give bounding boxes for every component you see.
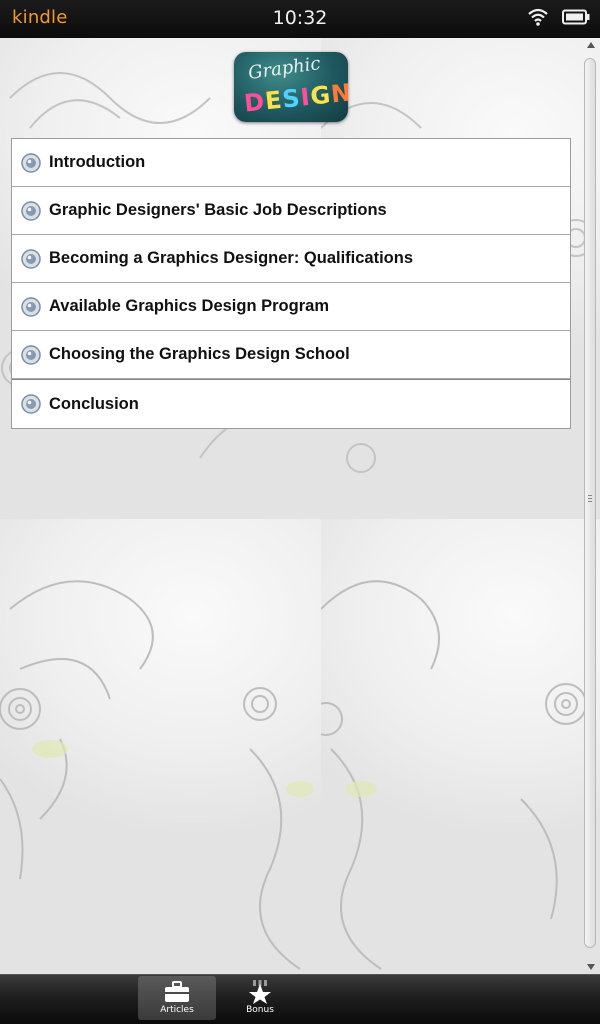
menu-item-conclusion[interactable]: Conclusion [12,379,570,428]
menu-item-introduction[interactable]: Introduction [12,139,570,187]
logo-letter: D [242,87,267,118]
wifi-icon [528,8,548,26]
radio-bullet-icon [21,394,41,414]
tab-label: Bonus [246,1005,274,1015]
scrollbar-thumb[interactable] [584,58,596,948]
scroll-up-arrow-icon[interactable] [587,42,595,48]
tab-bar: Articles Bonus [0,974,600,1024]
tab-bonus[interactable]: Bonus [221,976,299,1020]
tab-articles[interactable]: Articles [138,976,216,1020]
menu-item-design-school[interactable]: Choosing the Graphics Design School [12,331,570,379]
star-icon [249,980,271,1004]
menu-item-design-program[interactable]: Available Graphics Design Program [12,283,570,331]
clock: 10:32 [272,7,328,29]
content-area[interactable]: Graphic DESIGN Introduction Graphic Desi… [0,38,600,974]
floral-swirl-decoration [0,580,314,970]
background-tile [321,519,600,974]
radio-bullet-icon [21,200,41,221]
radio-bullet-icon [21,152,41,173]
vertical-scrollbar[interactable] [583,38,598,974]
battery-icon [562,9,590,25]
briefcase-icon [165,981,189,1002]
menu-item-label: Available Graphics Design Program [49,297,329,315]
menu-item-label: Graphic Designers' Basic Job Description… [49,201,387,219]
article-menu: Introduction Graphic Designers' Basic Jo… [11,138,571,429]
logo-subtitle-text: DESIGN [243,78,348,117]
menu-item-qualifications[interactable]: Becoming a Graphics Designer: Qualificat… [12,235,570,283]
menu-item-label: Introduction [49,153,146,171]
menu-item-label: Choosing the Graphics Design School [49,345,350,363]
status-bar: kindle 10:32 [0,0,600,38]
logo-title-text: Graphic [246,53,322,84]
menu-item-job-descriptions[interactable]: Graphic Designers' Basic Job Description… [12,187,570,235]
radio-bullet-icon [21,344,41,365]
menu-item-label: Conclusion [49,394,139,413]
background-tile [0,519,321,974]
radio-bullet-icon [21,296,41,317]
logo-letter: N [329,78,348,109]
radio-bullet-icon [21,248,41,269]
scroll-grip-icon [588,495,592,505]
menu-item-label: Becoming a Graphics Designer: Qualificat… [49,249,414,267]
scroll-down-arrow-icon[interactable] [587,964,595,970]
floral-swirl-decoration [321,580,587,970]
app-logo: Graphic DESIGN [234,52,348,122]
tab-label: Articles [160,1005,194,1015]
